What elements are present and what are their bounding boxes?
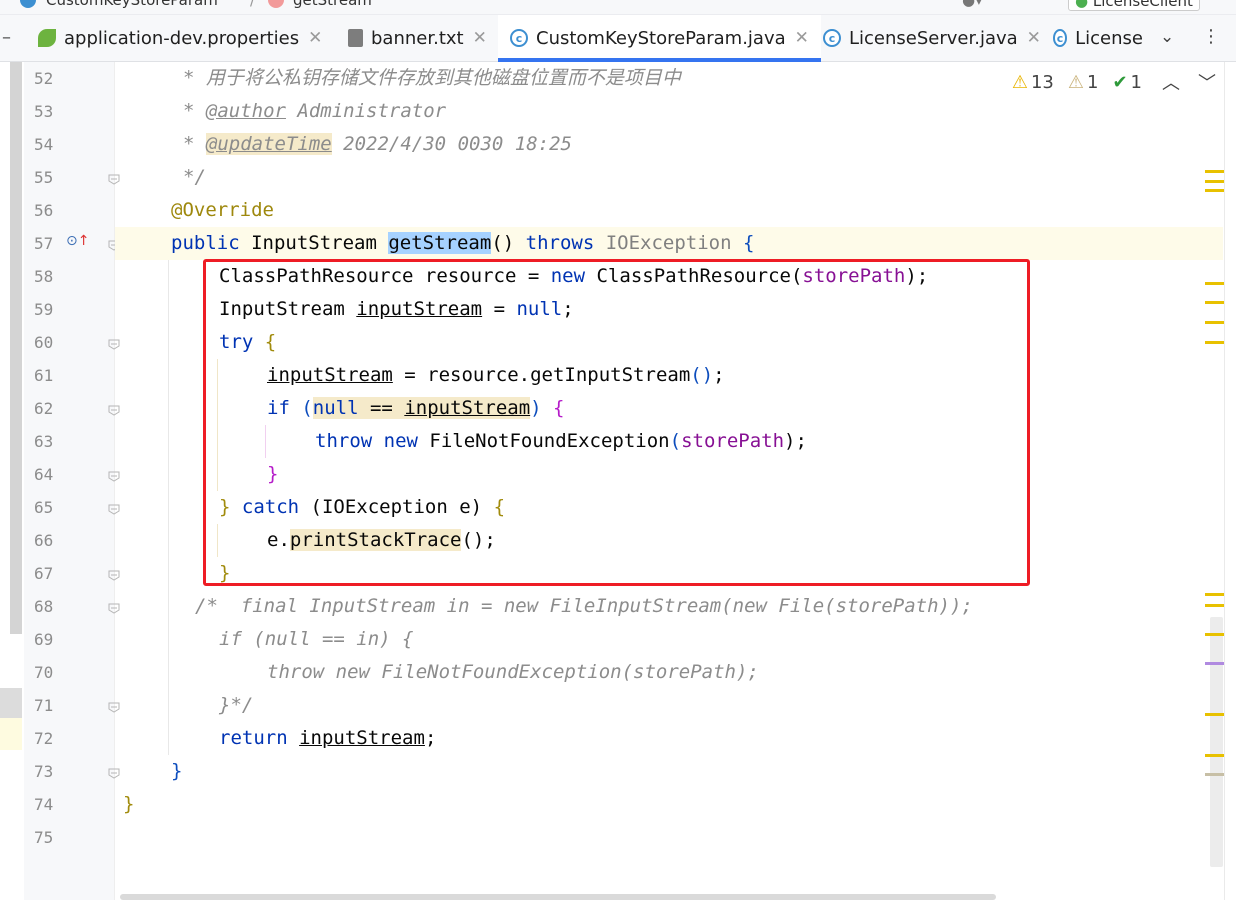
breadcrumb: CustomKeyStoreParam / getStream ●▾ ● Lic… [0,0,1236,15]
scrollbar-thumb[interactable] [1210,617,1223,867]
selected-method-name[interactable]: getStream [388,232,492,254]
warning-icon: ⚠ [1011,71,1028,93]
java-class-icon: c [823,29,841,47]
inspection-widget[interactable]: ⚠ 13 ⚠ 1 ✔ 1 ︿ ﹀ [998,69,1216,95]
line-number: 53 [34,102,54,121]
previous-highlight-button[interactable]: ︿ [1162,69,1180,95]
run-config-label: LicenseClient [1092,0,1193,10]
code-line-73: } [171,760,183,782]
next-highlight-button[interactable]: ﹀ [1198,69,1216,95]
java-class-icon: c [510,29,528,47]
line-number: 52 [34,69,54,88]
line-number: 69 [34,630,54,649]
typo-count[interactable]: ✔ 1 [1112,72,1142,93]
line-number: 75 [34,828,54,847]
line-number: 70 [34,663,54,682]
close-icon[interactable]: ✕ [308,28,322,48]
code-line-56: @Override [171,199,274,221]
code-line-53: * @author Administrator [183,100,447,122]
spring-leaf-icon [38,29,56,47]
method-icon [268,0,284,8]
breadcrumb-item-method[interactable]: getStream [293,0,372,9]
line-number: 67 [34,564,54,583]
left-tool-strip [0,62,22,900]
line-number: 73 [34,762,54,781]
line-number: 62 [34,399,54,418]
code-line-70: throw new FileNotFoundException(storePat… [267,661,759,683]
line-number: 68 [34,597,54,616]
line-number: 56 [34,201,54,220]
code-line-74: } [123,793,135,815]
run-config-icon: ● [1075,0,1089,10]
breadcrumb-item-class[interactable]: CustomKeyStoreParam [46,0,218,9]
weak-warning-count[interactable]: ⚠ 1 [1068,72,1099,93]
horizontal-scrollbar[interactable] [120,894,996,900]
text-file-icon [348,29,363,47]
java-class-icon: c [1053,29,1068,47]
more-options-icon[interactable]: ⋮ [1202,26,1220,47]
line-number: 55 [34,168,54,187]
tab-application-dev-properties[interactable]: application-dev.properties ✕ [38,15,322,61]
code-line-54: * @updateTime 2022/4/30 0030 18:25 [183,133,572,155]
vertical-scrollbar[interactable] [1224,62,1236,900]
code-line-57: public InputStream getStream() throws IO… [115,227,1223,260]
chevron-down-icon[interactable]: ⌄ [1160,27,1174,47]
code-line-69: if (null == in) { [219,628,414,650]
close-icon[interactable]: ✕ [1027,28,1041,48]
tab-label: application-dev.properties [64,27,300,49]
line-number: 54 [34,135,54,154]
line-number: 74 [34,795,54,814]
line-number: 58 [34,267,54,286]
tab-licenseserver-java[interactable]: c LicenseServer.java ✕ [823,15,1041,61]
user-icon[interactable]: ●▾ [962,0,983,9]
line-number: 61 [34,366,54,385]
line-number: 66 [34,531,54,550]
line-number: 72 [34,729,54,748]
close-icon[interactable]: ✕ [473,28,487,48]
line-number: 65 [34,498,54,517]
run-config-selector[interactable]: ● LicenseClient [1068,0,1200,11]
tab-customkeystoreparam-java[interactable]: c CustomKeyStoreParam.java ✕ [498,15,821,62]
tab-label: CustomKeyStoreParam.java [536,27,786,49]
line-number: 64 [34,465,54,484]
close-icon[interactable]: ✕ [795,28,809,48]
line-number: 57 [34,234,54,253]
tab-bar-left-arrow[interactable]: – [2,27,11,48]
line-number: 71 [34,696,54,715]
weak-warning-icon: ⚠ [1067,71,1084,93]
line-number: 63 [34,432,54,451]
warning-count[interactable]: ⚠ 13 [1012,72,1054,93]
code-line-68: /* final InputStream in = new FileInputS… [195,595,973,617]
typo-check-icon: ✔ [1112,71,1128,93]
tab-license[interactable]: c License [1053,15,1143,61]
tab-label: License [1075,27,1143,49]
java-class-icon [20,0,36,8]
line-number: 60 [34,333,54,352]
line-number: 59 [34,300,54,319]
tab-label: banner.txt [371,27,464,49]
tab-banner-txt[interactable]: banner.txt ✕ [348,15,487,61]
editor-tab-bar: – application-dev.properties ✕ banner.tx… [0,15,1236,62]
code-line-55: */ [183,166,206,188]
code-line-71: }*/ [219,694,254,716]
override-method-icon[interactable]: ⊙↑ [66,233,89,249]
highlight-annotation-box [203,259,1030,586]
tab-label: LicenseServer.java [849,27,1018,49]
code-line-72: return inputStream; [219,727,437,749]
breadcrumb-separator: / [250,0,256,9]
